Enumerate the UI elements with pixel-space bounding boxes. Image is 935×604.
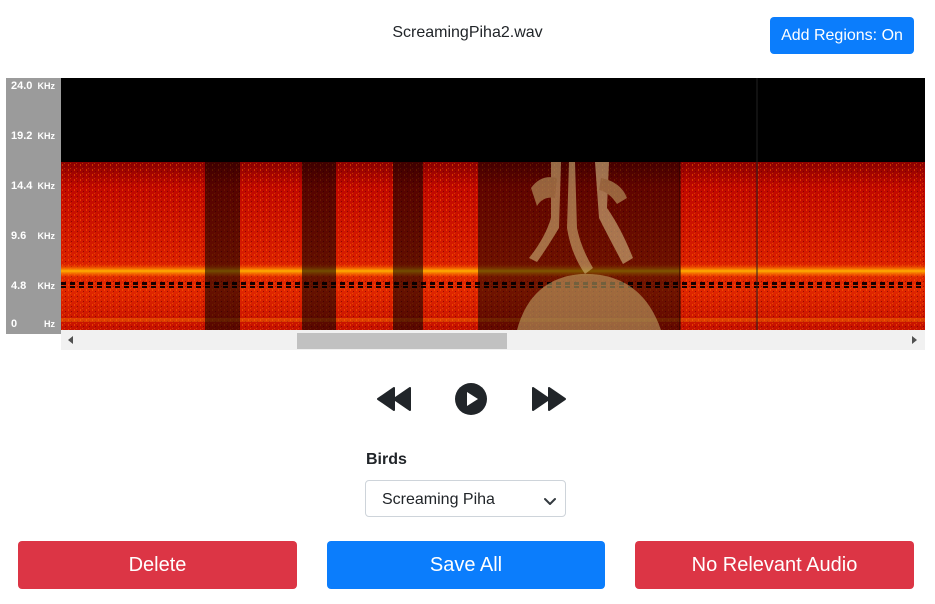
frequency-tick: 14.4 KHz bbox=[11, 180, 55, 192]
frequency-tick: 4.8 KHz bbox=[11, 280, 55, 292]
delete-button[interactable]: Delete bbox=[18, 541, 297, 589]
save-all-button[interactable]: Save All bbox=[327, 541, 605, 589]
play-button[interactable] bbox=[453, 378, 489, 420]
scrollbar-thumb[interactable] bbox=[297, 333, 507, 349]
chevron-down-icon bbox=[544, 494, 556, 512]
rewind-icon bbox=[377, 387, 411, 411]
frequency-axis: 24.0 KHz 19.2 KHz 14.4 KHz 9.6 KHz 4.8 KHz 0H… bbox=[6, 78, 61, 334]
file-name: ScreamingPiha2.wav bbox=[392, 24, 543, 41]
fast-forward-icon bbox=[532, 387, 566, 411]
species-select[interactable]: Screaming Piha bbox=[365, 480, 566, 517]
add-regions-toggle-button[interactable]: Add Regions: On bbox=[770, 17, 914, 54]
scroll-right-icon[interactable] bbox=[905, 330, 925, 350]
no-relevant-audio-button[interactable]: No Relevant Audio bbox=[635, 541, 914, 589]
play-icon bbox=[455, 383, 487, 415]
fast-forward-button[interactable] bbox=[529, 378, 569, 420]
frequency-tick: 19.2 KHz bbox=[11, 130, 55, 142]
species-select-value: Screaming Piha bbox=[382, 491, 495, 508]
frequency-tick: 24.0 KHz bbox=[11, 80, 55, 92]
playback-controls bbox=[374, 378, 569, 420]
frequency-tick: 0 Hz bbox=[11, 318, 55, 330]
spectrogram-scrollbar[interactable] bbox=[61, 330, 925, 350]
scroll-left-icon[interactable] bbox=[61, 330, 81, 350]
frequency-tick: 9.6 KHz bbox=[11, 230, 55, 242]
birds-label: Birds bbox=[366, 451, 407, 468]
rewind-button[interactable] bbox=[374, 378, 414, 420]
spectrogram[interactable] bbox=[61, 78, 925, 330]
